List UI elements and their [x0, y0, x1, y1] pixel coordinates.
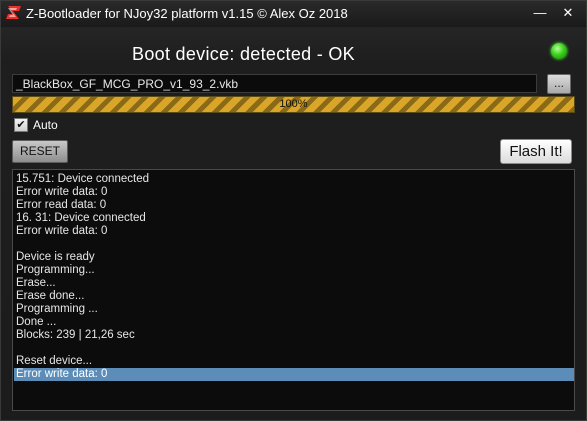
- close-button[interactable]: ✕: [557, 5, 579, 21]
- auto-label: Auto: [33, 118, 58, 132]
- reset-button[interactable]: RESET: [12, 140, 68, 163]
- firmware-file-field[interactable]: _BlackBox_GF_MCG_PRO_v1_93_2.vkb: [12, 74, 537, 93]
- bootloader-window: Z-Bootloader for NJoy32 platform v1.15 ©…: [0, 0, 587, 421]
- log-line: Blocks: 239 | 21,26 sec: [16, 329, 135, 341]
- log-output[interactable]: 15.751: Device connected Error write data…: [12, 169, 575, 411]
- log-line: 16. 31: Device connected: [16, 212, 146, 224]
- title-bar[interactable]: Z-Bootloader for NJoy32 platform v1.15 ©…: [1, 1, 586, 27]
- log-line: Error write data: 0: [16, 186, 108, 198]
- log-line-selected: Error write data: 0: [14, 368, 574, 381]
- browse-button[interactable]: ...: [547, 74, 571, 94]
- log-line: Device is ready: [16, 251, 95, 263]
- minimize-button[interactable]: —: [529, 5, 551, 21]
- progress-label: 100%: [279, 98, 308, 110]
- progress-bar: 100%: [12, 96, 575, 113]
- log-line: Error read data: 0: [16, 199, 107, 211]
- log-line: Erase done...: [16, 290, 85, 302]
- window-title: Z-Bootloader for NJoy32 platform v1.15 ©…: [26, 6, 348, 21]
- auto-checkbox[interactable]: ✔: [14, 118, 28, 132]
- log-line: 15.751: Device connected: [16, 173, 149, 185]
- log-line: Programming ...: [16, 303, 98, 315]
- log-line: Erase...: [16, 277, 56, 289]
- log-line: Done ...: [16, 316, 57, 328]
- app-logo-icon: [6, 6, 21, 19]
- log-line: Reset device...: [16, 355, 93, 367]
- log-line: Error write data: 0: [16, 225, 108, 237]
- boot-status-text: Boot device: detected - OK: [132, 44, 355, 64]
- flash-button[interactable]: Flash It!: [500, 139, 572, 164]
- log-line: Programming...: [16, 264, 95, 276]
- status-led-icon: [551, 43, 567, 59]
